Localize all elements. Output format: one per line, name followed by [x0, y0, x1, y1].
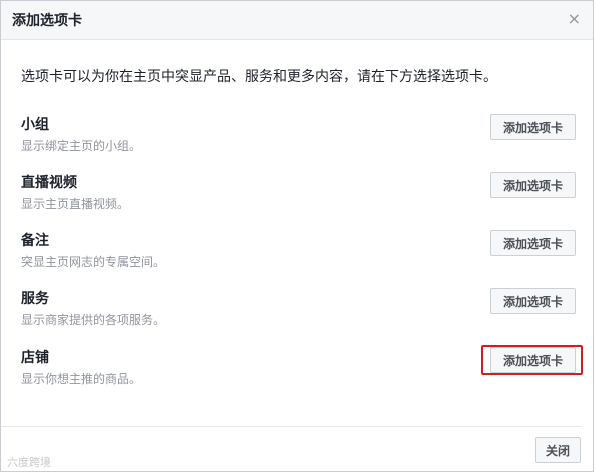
tab-option-title: 直播视频: [21, 175, 77, 191]
add-tab-button-live-video[interactable]: 添加选项卡: [490, 172, 576, 198]
tab-option-title: 服务: [21, 291, 49, 307]
tab-option-notes: 备注 突显主页网志的专属空间。 添加选项卡: [21, 230, 576, 280]
watermark: 六度跨境: [7, 456, 51, 469]
tab-option-live-video: 直播视频 显示主页直播视频。 添加选项卡: [21, 172, 576, 222]
add-tab-button-services[interactable]: 添加选项卡: [490, 288, 576, 314]
tab-option-groups: 小组 显示绑定主页的小组。 添加选项卡: [21, 114, 576, 164]
tab-option-description: 显示绑定主页的小组。: [21, 139, 142, 153]
dialog-title: 添加选项卡: [12, 13, 82, 29]
tab-option-title: 备注: [21, 233, 49, 249]
tab-option-description: 显示你想主推的商品。: [21, 372, 142, 386]
tab-option-description: 显示商家提供的各项服务。: [21, 313, 166, 327]
dialog-header: 添加选项卡 ×: [1, 1, 593, 40]
close-button[interactable]: 关闭: [535, 437, 581, 463]
tab-option-title: 小组: [21, 117, 49, 133]
add-tab-button-groups[interactable]: 添加选项卡: [490, 114, 576, 140]
tab-option-description: 突显主页网志的专属空间。: [21, 255, 166, 269]
tab-option-services: 服务 显示商家提供的各项服务。 添加选项卡: [21, 288, 576, 338]
close-icon[interactable]: ×: [568, 10, 581, 28]
tab-option-description: 显示主页直播视频。: [21, 197, 130, 211]
footer-divider: [1, 426, 581, 427]
dialog-intro-text: 选项卡可以为你在主页中突显产品、服务和更多内容，请在下方选择选项卡。: [21, 69, 497, 85]
tab-option-title: 店铺: [21, 350, 49, 366]
shop-button-highlight: [481, 345, 583, 375]
add-tab-dialog: 添加选项卡 × 选项卡可以为你在主页中突显产品、服务和更多内容，请在下方选择选项…: [0, 0, 594, 472]
add-tab-button-notes[interactable]: 添加选项卡: [490, 230, 576, 256]
